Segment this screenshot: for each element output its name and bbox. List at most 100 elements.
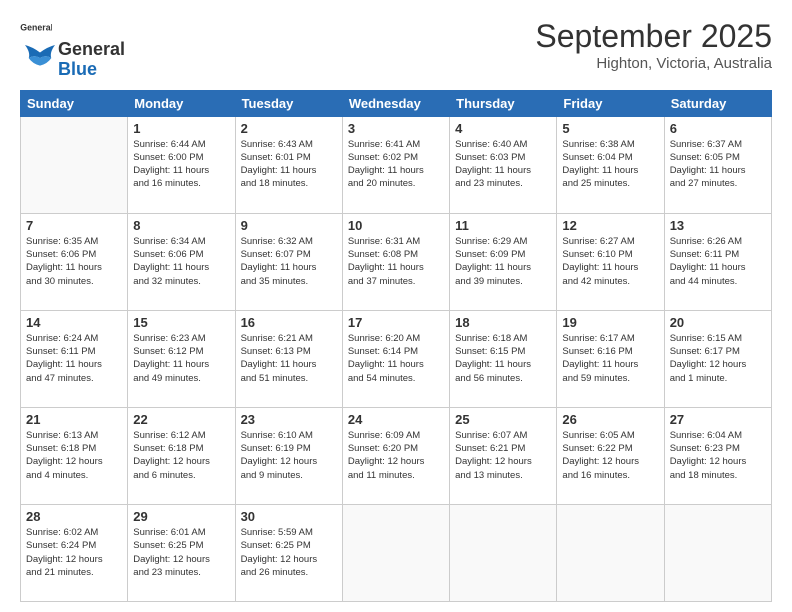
cell-info: Sunrise: 6:31 AM Sunset: 6:08 PM Dayligh…: [348, 235, 444, 288]
cell-info: Sunrise: 6:44 AM Sunset: 6:00 PM Dayligh…: [133, 138, 229, 191]
weekday-header-friday: Friday: [557, 90, 664, 116]
cell-info: Sunrise: 6:23 AM Sunset: 6:12 PM Dayligh…: [133, 332, 229, 385]
calendar-cell: 27 Sunrise: 6:04 AM Sunset: 6:23 PM Dayli…: [664, 407, 771, 504]
day-number: 21: [26, 412, 122, 427]
day-number: 9: [241, 218, 337, 233]
day-number: 24: [348, 412, 444, 427]
cell-info: Sunrise: 6:37 AM Sunset: 6:05 PM Dayligh…: [670, 138, 766, 191]
calendar-cell: 11 Sunrise: 6:29 AM Sunset: 6:09 PM Dayli…: [450, 213, 557, 310]
weekday-header-thursday: Thursday: [450, 90, 557, 116]
day-number: 12: [562, 218, 658, 233]
calendar-cell: 14 Sunrise: 6:24 AM Sunset: 6:11 PM Dayli…: [21, 310, 128, 407]
weekday-header-sunday: Sunday: [21, 90, 128, 116]
month-title: September 2025: [535, 18, 772, 55]
calendar-cell: 16Sunrise: 6:21 AM Sunset: 6:13 PM Dayli…: [235, 310, 342, 407]
calendar-cell: [557, 504, 664, 601]
cell-info: Sunrise: 6:09 AM Sunset: 6:20 PM Dayligh…: [348, 429, 444, 482]
calendar-cell: [21, 116, 128, 213]
day-number: 1: [133, 121, 229, 136]
day-number: 13: [670, 218, 766, 233]
weekday-header-saturday: Saturday: [664, 90, 771, 116]
calendar-cell: 4 Sunrise: 6:40 AM Sunset: 6:03 PM Daylig…: [450, 116, 557, 213]
cell-info: Sunrise: 6:29 AM Sunset: 6:09 PM Dayligh…: [455, 235, 551, 288]
calendar-cell: 20 Sunrise: 6:15 AM Sunset: 6:17 PM Dayli…: [664, 310, 771, 407]
day-number: 27: [670, 412, 766, 427]
calendar-cell: 6 Sunrise: 6:37 AM Sunset: 6:05 PM Daylig…: [664, 116, 771, 213]
cell-info: Sunrise: 6:24 AM Sunset: 6:11 PM Dayligh…: [26, 332, 122, 385]
calendar-cell: 24 Sunrise: 6:09 AM Sunset: 6:20 PM Dayli…: [342, 407, 449, 504]
cell-info: Sunrise: 6:18 AM Sunset: 6:15 PM Dayligh…: [455, 332, 551, 385]
cell-info: Sunrise: 6:34 AM Sunset: 6:06 PM Dayligh…: [133, 235, 229, 288]
day-number: 8: [133, 218, 229, 233]
calendar-cell: 29 Sunrise: 6:01 AM Sunset: 6:25 PM Dayli…: [128, 504, 235, 601]
day-number: 11: [455, 218, 551, 233]
calendar-cell: 8 Sunrise: 6:34 AM Sunset: 6:06 PM Daylig…: [128, 213, 235, 310]
cell-info: Sunrise: 6:01 AM Sunset: 6:25 PM Dayligh…: [133, 526, 229, 579]
day-number: 25: [455, 412, 551, 427]
page: General General Blue September 2025: [0, 0, 792, 612]
calendar-cell: 12 Sunrise: 6:27 AM Sunset: 6:10 PM Dayli…: [557, 213, 664, 310]
day-number: 22: [133, 412, 229, 427]
cell-info: Sunrise: 6:12 AM Sunset: 6:18 PM Dayligh…: [133, 429, 229, 482]
day-number: 3: [348, 121, 444, 136]
calendar-cell: [450, 504, 557, 601]
calendar-cell: 26Sunrise: 6:05 AM Sunset: 6:22 PM Dayli…: [557, 407, 664, 504]
calendar-cell: 30 Sunrise: 5:59 AM Sunset: 6:25 PM Dayli…: [235, 504, 342, 601]
cell-info: Sunrise: 6:04 AM Sunset: 6:23 PM Dayligh…: [670, 429, 766, 482]
calendar-week-1: 1 Sunrise: 6:44 AM Sunset: 6:00 PM Daylig…: [21, 116, 772, 213]
day-number: 28: [26, 509, 122, 524]
day-number: 20: [670, 315, 766, 330]
logo-icon: General: [20, 18, 52, 40]
cell-info: Sunrise: 6:27 AM Sunset: 6:10 PM Dayligh…: [562, 235, 658, 288]
weekday-header-monday: Monday: [128, 90, 235, 116]
cell-info: Sunrise: 6:26 AM Sunset: 6:11 PM Dayligh…: [670, 235, 766, 288]
calendar-week-5: 28 Sunrise: 6:02 AM Sunset: 6:24 PM Dayli…: [21, 504, 772, 601]
logo-blue-text: Blue: [58, 60, 125, 80]
calendar-week-4: 21 Sunrise: 6:13 AM Sunset: 6:18 PM Dayli…: [21, 407, 772, 504]
calendar-cell: 1 Sunrise: 6:44 AM Sunset: 6:00 PM Daylig…: [128, 116, 235, 213]
cell-info: Sunrise: 6:35 AM Sunset: 6:06 PM Dayligh…: [26, 235, 122, 288]
day-number: 6: [670, 121, 766, 136]
calendar-cell: 10Sunrise: 6:31 AM Sunset: 6:08 PM Dayli…: [342, 213, 449, 310]
cell-info: Sunrise: 6:13 AM Sunset: 6:18 PM Dayligh…: [26, 429, 122, 482]
cell-info: Sunrise: 6:38 AM Sunset: 6:04 PM Dayligh…: [562, 138, 658, 191]
cell-info: Sunrise: 6:05 AM Sunset: 6:22 PM Dayligh…: [562, 429, 658, 482]
calendar-cell: 5 Sunrise: 6:38 AM Sunset: 6:04 PM Daylig…: [557, 116, 664, 213]
cell-info: Sunrise: 6:21 AM Sunset: 6:13 PM Dayligh…: [241, 332, 337, 385]
calendar-week-3: 14 Sunrise: 6:24 AM Sunset: 6:11 PM Dayli…: [21, 310, 772, 407]
cell-info: Sunrise: 6:15 AM Sunset: 6:17 PM Dayligh…: [670, 332, 766, 385]
calendar-cell: 23Sunrise: 6:10 AM Sunset: 6:19 PM Dayli…: [235, 407, 342, 504]
calendar-cell: [342, 504, 449, 601]
calendar-cell: 7Sunrise: 6:35 AM Sunset: 6:06 PM Daylig…: [21, 213, 128, 310]
calendar-cell: 21 Sunrise: 6:13 AM Sunset: 6:18 PM Dayli…: [21, 407, 128, 504]
calendar-cell: [664, 504, 771, 601]
cell-info: Sunrise: 6:07 AM Sunset: 6:21 PM Dayligh…: [455, 429, 551, 482]
cell-info: Sunrise: 6:20 AM Sunset: 6:14 PM Dayligh…: [348, 332, 444, 385]
day-number: 14: [26, 315, 122, 330]
calendar-table: SundayMondayTuesdayWednesdayThursdayFrid…: [20, 90, 772, 602]
cell-info: Sunrise: 6:41 AM Sunset: 6:02 PM Dayligh…: [348, 138, 444, 191]
day-number: 4: [455, 121, 551, 136]
day-number: 29: [133, 509, 229, 524]
calendar-cell: 25 Sunrise: 6:07 AM Sunset: 6:21 PM Dayli…: [450, 407, 557, 504]
weekday-header-tuesday: Tuesday: [235, 90, 342, 116]
calendar-cell: 15Sunrise: 6:23 AM Sunset: 6:12 PM Dayli…: [128, 310, 235, 407]
day-number: 17: [348, 315, 444, 330]
title-block: September 2025 Highton, Victoria, Austra…: [535, 18, 772, 72]
bird-logo-svg: [20, 45, 60, 75]
cell-info: Sunrise: 6:17 AM Sunset: 6:16 PM Dayligh…: [562, 332, 658, 385]
calendar-cell: 19Sunrise: 6:17 AM Sunset: 6:16 PM Dayli…: [557, 310, 664, 407]
weekday-header-wednesday: Wednesday: [342, 90, 449, 116]
calendar-cell: 28 Sunrise: 6:02 AM Sunset: 6:24 PM Dayli…: [21, 504, 128, 601]
calendar-week-2: 7Sunrise: 6:35 AM Sunset: 6:06 PM Daylig…: [21, 213, 772, 310]
day-number: 2: [241, 121, 337, 136]
day-number: 30: [241, 509, 337, 524]
cell-info: Sunrise: 6:40 AM Sunset: 6:03 PM Dayligh…: [455, 138, 551, 191]
svg-text:General: General: [20, 23, 52, 33]
day-number: 5: [562, 121, 658, 136]
day-number: 23: [241, 412, 337, 427]
cell-info: Sunrise: 5:59 AM Sunset: 6:25 PM Dayligh…: [241, 526, 337, 579]
calendar-cell: 22 Sunrise: 6:12 AM Sunset: 6:18 PM Dayli…: [128, 407, 235, 504]
calendar-cell: 9Sunrise: 6:32 AM Sunset: 6:07 PM Daylig…: [235, 213, 342, 310]
cell-info: Sunrise: 6:02 AM Sunset: 6:24 PM Dayligh…: [26, 526, 122, 579]
